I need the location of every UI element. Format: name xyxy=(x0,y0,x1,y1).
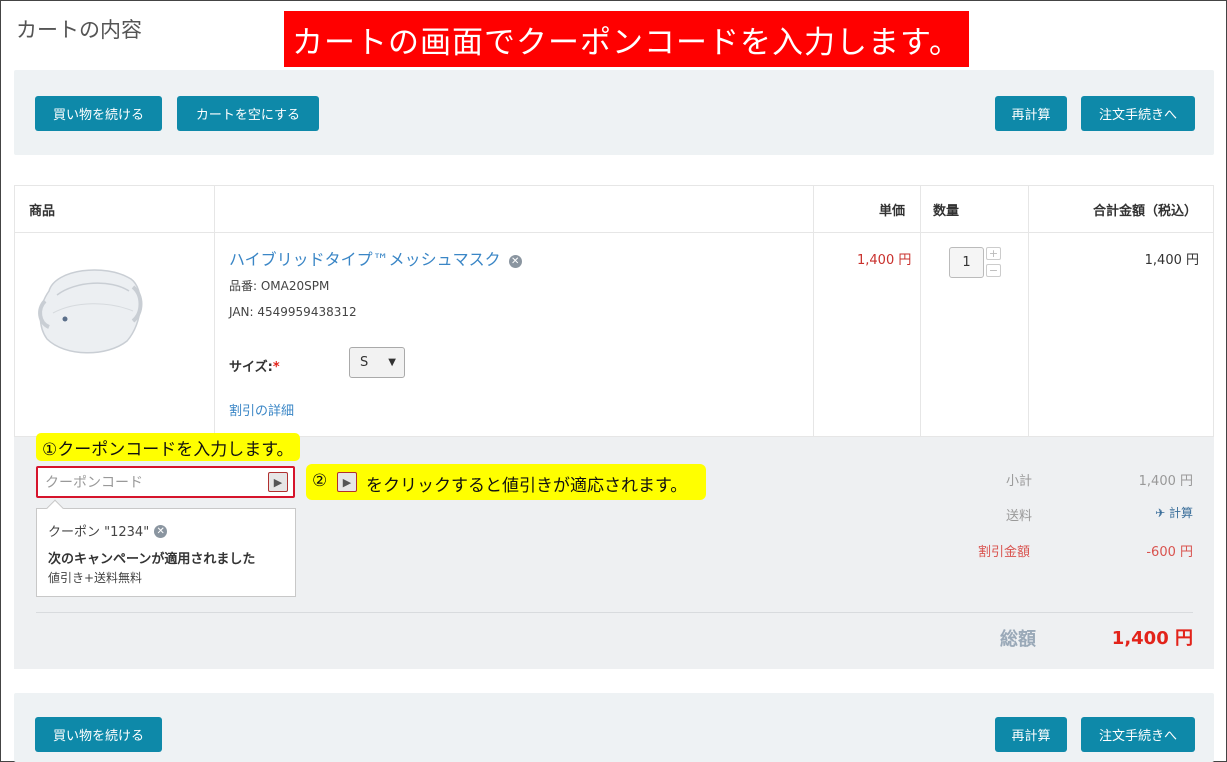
page-title: カートの内容 xyxy=(16,18,142,42)
close-circle-icon[interactable]: ✕ xyxy=(154,525,168,538)
recalculate-button[interactable]: 再計算 xyxy=(995,717,1067,752)
quantity-input[interactable]: 1 xyxy=(949,247,984,278)
discount-label: 割引金額 xyxy=(978,545,1031,560)
applied-coupon-box: クーポン "1234" ✕ 次のキャンペーンが適用されました 値引き+送料無料 xyxy=(36,499,296,597)
product-sku: 品番: OMA20SPM xyxy=(229,279,330,293)
summary-divider xyxy=(36,612,1193,613)
unit-price: 1,400 円 xyxy=(857,253,912,268)
shipping-calc-link[interactable]: ✈ 計算 xyxy=(1155,504,1193,521)
size-select[interactable]: S ▼ xyxy=(349,347,405,378)
header-unit-price: 単価 xyxy=(879,203,906,219)
chevron-down-icon: ▼ xyxy=(388,357,396,368)
column-divider xyxy=(813,186,814,436)
product-image[interactable] xyxy=(35,261,145,356)
applied-campaign-heading: 次のキャンペーンが適用されました xyxy=(48,552,256,567)
instruction-banner: カートの画面でクーポンコードを入力します。 xyxy=(284,11,969,67)
grand-total-label: 総額 xyxy=(1000,629,1036,650)
required-mark: * xyxy=(272,360,280,375)
empty-cart-button[interactable]: カートを空にする xyxy=(177,96,319,131)
airplane-icon: ✈ xyxy=(1155,506,1166,520)
header-total: 合計金額（税込） xyxy=(1092,203,1197,219)
applied-coupon-row: クーポン "1234" ✕ xyxy=(48,521,168,540)
applied-campaign-detail: 値引き+送料無料 xyxy=(48,571,143,585)
column-divider xyxy=(920,186,921,436)
quantity-increment-button[interactable]: + xyxy=(986,247,1001,260)
step2-text: をクリックすると値引きが適応されます。 xyxy=(366,476,688,496)
subtotal-label: 小計 xyxy=(1006,474,1033,489)
applied-coupon-label: クーポン "1234" xyxy=(48,525,150,540)
subtotal-value: 1,400 円 xyxy=(1138,474,1193,489)
header-divider xyxy=(15,232,1213,233)
cart-table: 商品 単価 数量 合計金額（税込） ハイブリッドタイプ™メッシュマスク ✕ 品番:… xyxy=(14,185,1214,437)
top-action-bar: 買い物を続ける カートを空にする 再計算 注文手続きへ xyxy=(14,70,1214,155)
size-select-value: S xyxy=(360,355,369,370)
discount-value: -600 円 xyxy=(1146,545,1193,560)
shipping-label: 送料 xyxy=(1006,509,1033,524)
size-label-text: サイズ: xyxy=(229,360,273,375)
product-name[interactable]: ハイブリッドタイプ™メッシュマスク xyxy=(229,250,501,269)
grand-total-value: 1,400 円 xyxy=(1111,628,1193,649)
step2-callout: ② ▶ をクリックすると値引きが適応されます。 xyxy=(306,464,706,500)
product-jan: JAN: 4549959438312 xyxy=(229,305,357,319)
step1-callout: ①クーポンコードを入力します。 xyxy=(36,433,300,461)
apply-coupon-button[interactable]: ▶ xyxy=(268,472,288,492)
line-total: 1,400 円 xyxy=(1144,253,1199,268)
continue-shopping-button[interactable]: 買い物を続ける xyxy=(35,717,162,752)
size-label: サイズ:* xyxy=(229,356,280,375)
bottom-action-bar: 買い物を続ける 再計算 注文手続きへ xyxy=(14,693,1214,762)
column-divider xyxy=(214,186,215,436)
discount-details-link[interactable]: 割引の詳細 xyxy=(229,400,294,419)
coupon-placeholder: クーポンコード xyxy=(45,475,143,491)
close-circle-icon[interactable]: ✕ xyxy=(508,255,522,268)
header-quantity: 数量 xyxy=(933,203,960,219)
product-name-link[interactable]: ハイブリッドタイプ™メッシュマスク ✕ xyxy=(229,246,522,270)
checkout-button[interactable]: 注文手続きへ xyxy=(1081,96,1195,131)
header-product: 商品 xyxy=(29,203,56,219)
checkout-button[interactable]: 注文手続きへ xyxy=(1081,717,1195,752)
quantity-decrement-button[interactable]: − xyxy=(986,264,1001,277)
continue-shopping-button[interactable]: 買い物を続ける xyxy=(35,96,162,131)
play-icon: ▶ xyxy=(273,475,283,489)
column-divider xyxy=(1028,186,1029,436)
shipping-calc-text: 計算 xyxy=(1168,506,1193,520)
recalculate-button[interactable]: 再計算 xyxy=(995,96,1067,131)
coupon-code-input[interactable]: クーポンコード ▶ xyxy=(36,466,295,498)
play-icon: ▶ xyxy=(337,472,357,492)
step2-number: ② xyxy=(312,471,328,491)
